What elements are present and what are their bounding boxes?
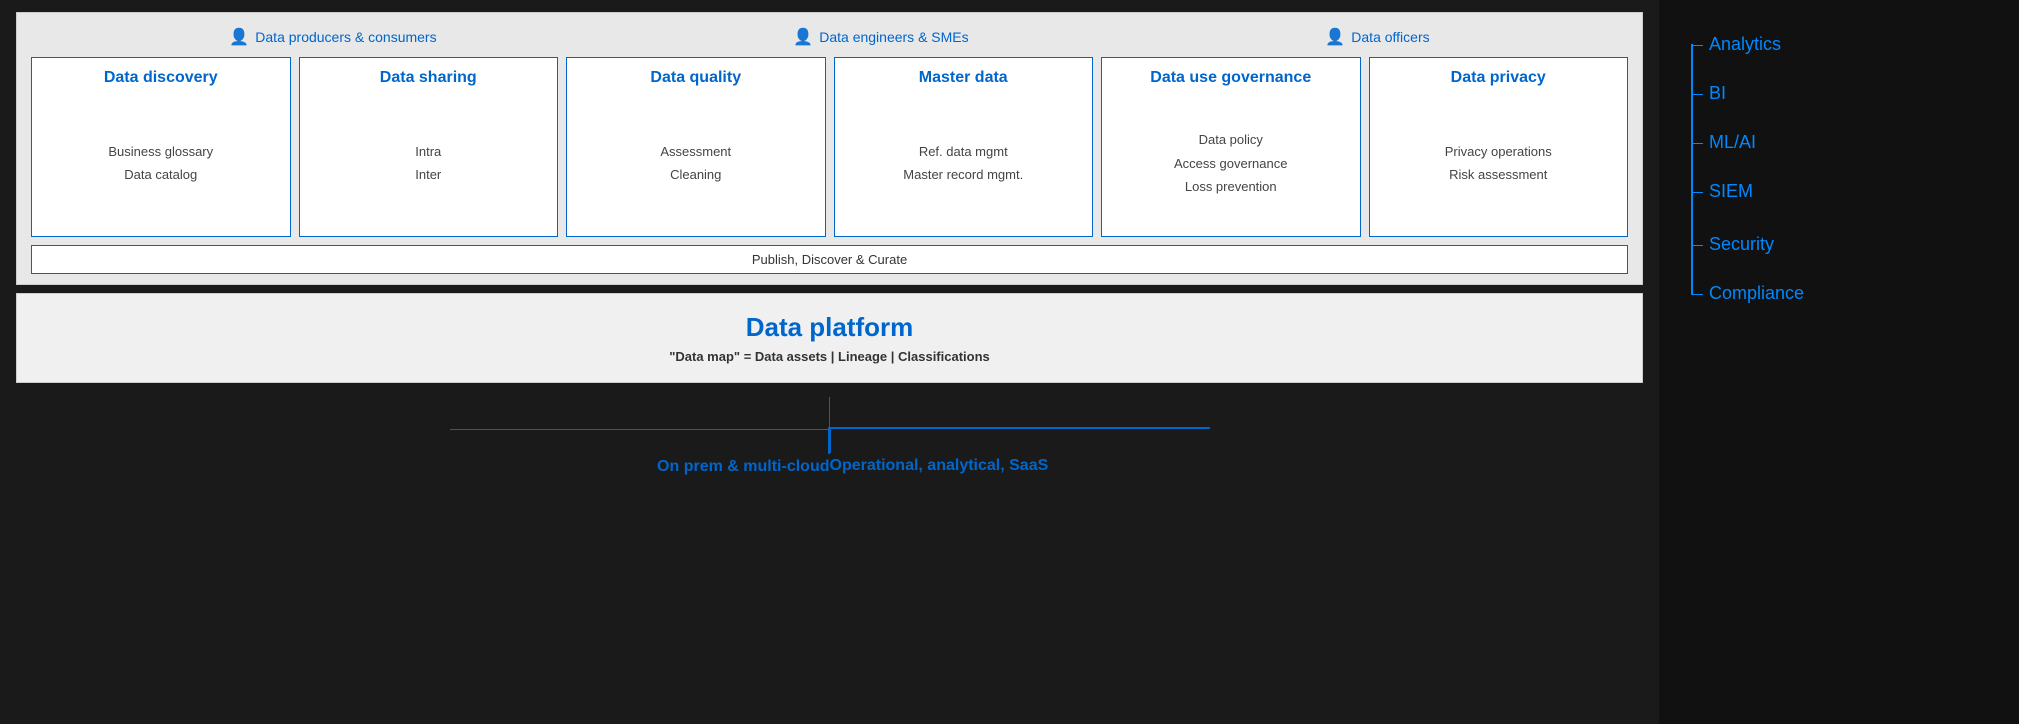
card-master-data: Master data Ref. data mgmt Master record…: [834, 57, 1094, 237]
card-item: Master record mgmt.: [903, 163, 1023, 186]
card-items-discovery: Business glossary Data catalog: [40, 101, 282, 226]
persona-label-officers: Data officers: [1351, 29, 1429, 45]
right-v-drop: [830, 429, 832, 453]
sidebar-label-mlai: ML/AI: [1709, 132, 1756, 152]
card-title-sharing: Data sharing: [308, 68, 550, 89]
persona-label-producers: Data producers & consumers: [255, 29, 436, 45]
right-sidebar: Analytics BI ML/AI SIEM Security Complia…: [1659, 0, 2019, 724]
main-area: 👤 Data producers & consumers 👤 Data engi…: [0, 0, 1659, 724]
card-item: Inter: [415, 163, 441, 186]
left-h-line: [450, 429, 830, 431]
card-data-use-governance: Data use governance Data policy Access g…: [1101, 57, 1361, 237]
connector-line-vertical: [829, 397, 831, 427]
card-item: Cleaning: [670, 163, 721, 186]
persona-label-engineers: Data engineers & SMEs: [819, 29, 968, 45]
sidebar-item-mlai: ML/AI: [1709, 118, 1989, 167]
card-title-governance: Data use governance: [1110, 68, 1352, 89]
right-h-line: [830, 427, 1210, 429]
sidebar-item-siem: SIEM: [1709, 167, 1989, 216]
data-platform-subtitle: "Data map" = Data assets | Lineage | Cla…: [31, 349, 1628, 364]
sidebar-item-bi: BI: [1709, 69, 1989, 118]
card-item: Assessment: [660, 140, 731, 163]
cards-row: Data discovery Business glossary Data ca…: [31, 57, 1628, 237]
bottom-label-right: Operational, analytical, SaaS: [830, 457, 1049, 475]
middle-section: Data platform "Data map" = Data assets |…: [16, 293, 1643, 383]
data-platform-title: Data platform: [31, 312, 1628, 343]
persona-engineers: 👤 Data engineers & SMEs: [793, 27, 968, 47]
card-items-master: Ref. data mgmt Master record mgmt.: [843, 101, 1085, 226]
card-data-quality: Data quality Assessment Cleaning: [566, 57, 826, 237]
sidebar-item-security: Security: [1709, 220, 1989, 269]
card-title-quality: Data quality: [575, 68, 817, 89]
sidebar-label-siem: SIEM: [1709, 181, 1753, 201]
card-data-discovery: Data discovery Business glossary Data ca…: [31, 57, 291, 237]
card-items-sharing: Intra Inter: [308, 101, 550, 226]
card-title-master: Master data: [843, 68, 1085, 89]
persona-icon-producers: 👤: [229, 27, 249, 47]
card-item: Ref. data mgmt: [919, 140, 1008, 163]
persona-icon-officers: 👤: [1325, 27, 1345, 47]
branch-row: On prem & multi-cloud Operational, analy…: [450, 427, 1210, 476]
card-item: Access governance: [1174, 152, 1287, 175]
card-item: Risk assessment: [1449, 163, 1547, 186]
card-title-privacy: Data privacy: [1378, 68, 1620, 89]
card-item: Privacy operations: [1445, 140, 1552, 163]
card-item: Loss prevention: [1185, 175, 1277, 198]
card-item: Business glossary: [108, 140, 213, 163]
bottom-section: On prem & multi-cloud Operational, analy…: [16, 397, 1643, 724]
publish-bar: Publish, Discover & Curate: [31, 245, 1628, 274]
sidebar-item-compliance: Compliance: [1709, 269, 1989, 318]
card-item: Data policy: [1199, 128, 1263, 151]
card-item: Intra: [415, 140, 441, 163]
card-items-quality: Assessment Cleaning: [575, 101, 817, 226]
bottom-label-left: On prem & multi-cloud: [657, 458, 829, 476]
card-item: Data catalog: [124, 163, 197, 186]
right-branch: Operational, analytical, SaaS: [830, 427, 1210, 475]
card-items-governance: Data policy Access governance Loss preve…: [1110, 101, 1352, 226]
persona-producers: 👤 Data producers & consumers: [229, 27, 436, 47]
card-data-privacy: Data privacy Privacy operations Risk ass…: [1369, 57, 1629, 237]
top-section: 👤 Data producers & consumers 👤 Data engi…: [16, 12, 1643, 285]
persona-officers: 👤 Data officers: [1325, 27, 1429, 47]
sidebar-label-security: Security: [1709, 234, 1774, 254]
sidebar-label-analytics: Analytics: [1709, 34, 1781, 54]
sidebar-vertical-line: [1691, 44, 1693, 294]
sidebar-item-analytics: Analytics: [1709, 20, 1989, 69]
persona-icon-engineers: 👤: [793, 27, 813, 47]
personas-row: 👤 Data producers & consumers 👤 Data engi…: [31, 27, 1628, 47]
sidebar-list: Analytics BI ML/AI SIEM Security Complia…: [1689, 20, 1989, 318]
card-items-privacy: Privacy operations Risk assessment: [1378, 101, 1620, 226]
card-title-discovery: Data discovery: [40, 68, 282, 89]
sidebar-label-compliance: Compliance: [1709, 283, 1804, 303]
sidebar-label-bi: BI: [1709, 83, 1726, 103]
card-data-sharing: Data sharing Intra Inter: [299, 57, 559, 237]
left-branch: On prem & multi-cloud: [450, 427, 830, 476]
